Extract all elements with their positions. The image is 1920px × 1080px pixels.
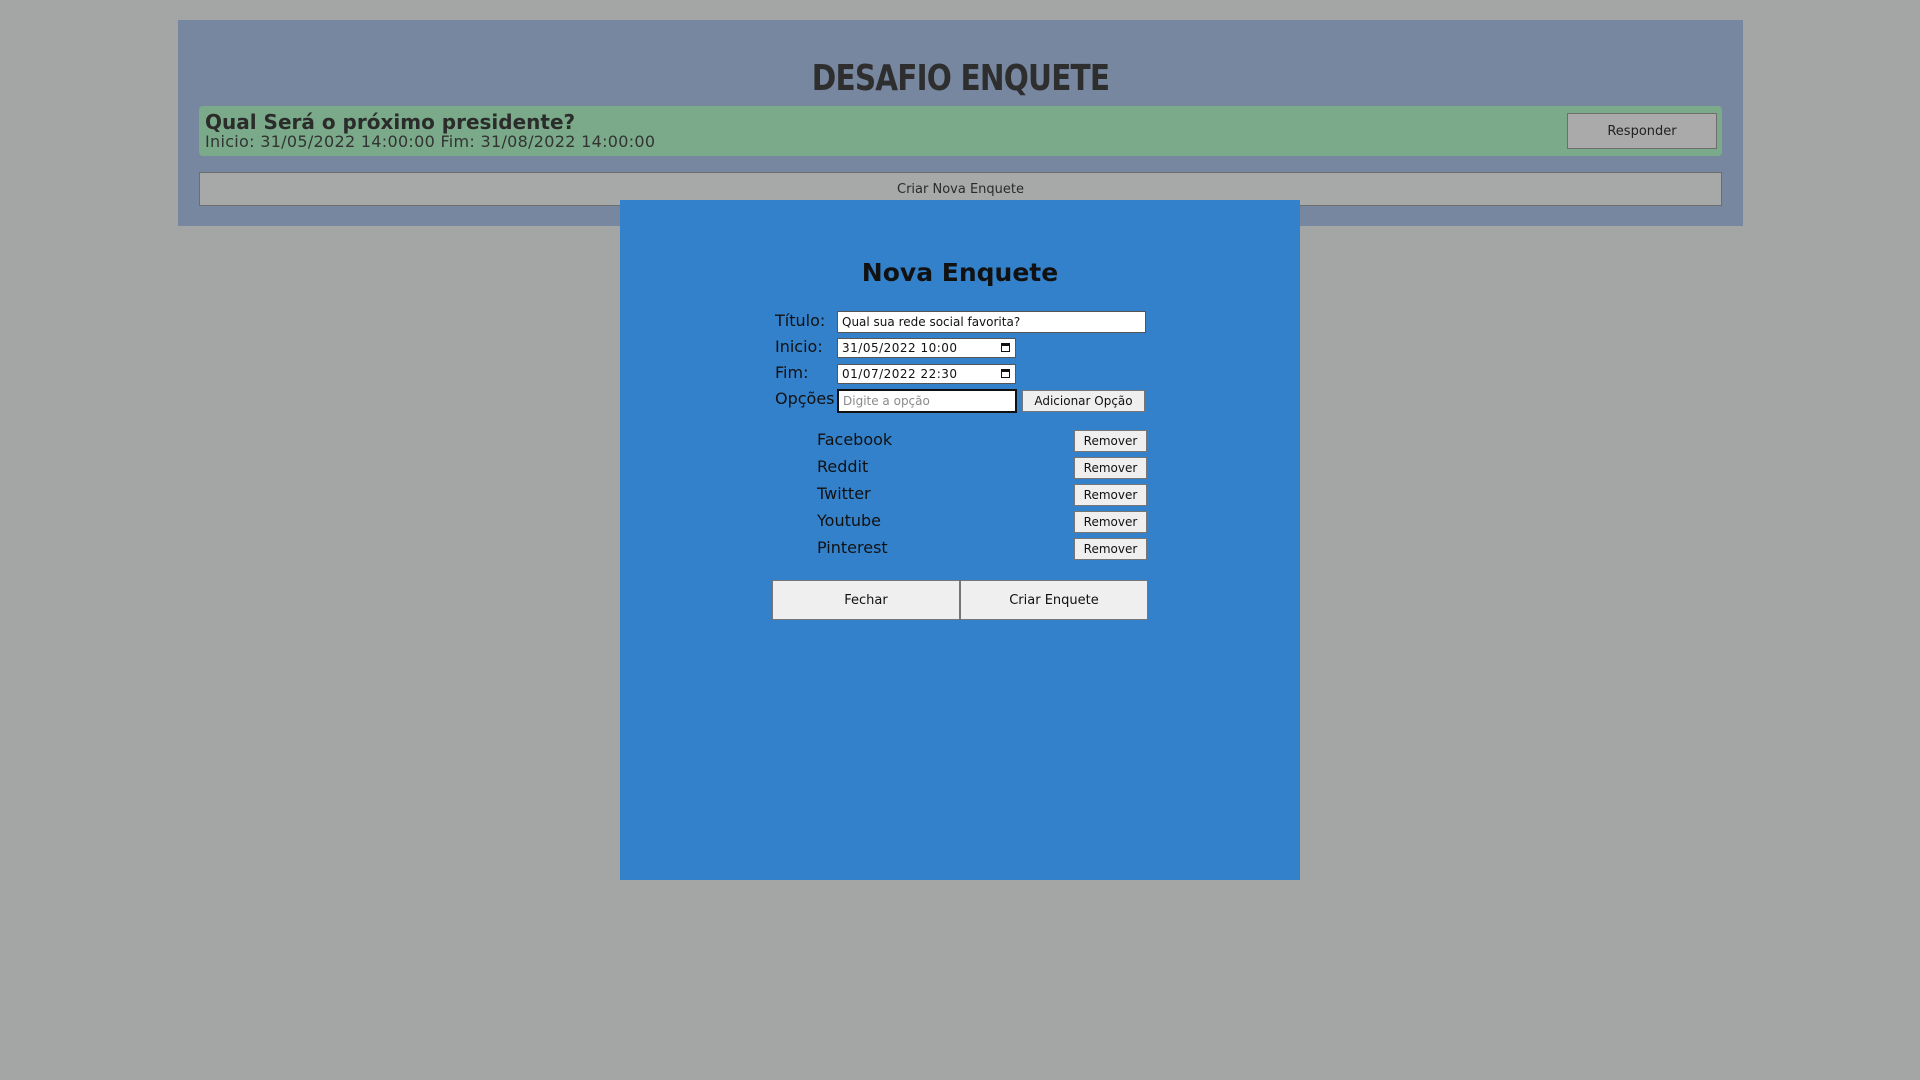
remove-option-button[interactable]: Remover	[1074, 538, 1147, 560]
remove-option-button[interactable]: Remover	[1074, 430, 1147, 452]
close-button[interactable]: Fechar	[772, 580, 960, 620]
start-date-value: 31/05/2022 10:00	[842, 341, 958, 355]
respond-button[interactable]: Responder	[1567, 113, 1717, 149]
calendar-icon[interactable]	[1001, 343, 1010, 352]
title-label: Título:	[775, 311, 826, 330]
remove-option-button[interactable]: Remover	[1074, 511, 1147, 533]
options-label: Opções	[775, 389, 835, 408]
list-item: Reddit Remover	[817, 456, 1147, 483]
title-input[interactable]	[837, 311, 1146, 333]
end-date-input[interactable]: 01/07/2022 22:30	[837, 364, 1016, 384]
start-label: Inicio:	[775, 337, 823, 356]
calendar-icon[interactable]	[1001, 369, 1010, 378]
poll-dates: Inicio: 31/05/2022 14:00:00 Fim: 31/08/2…	[205, 132, 656, 151]
remove-option-button[interactable]: Remover	[1074, 484, 1147, 506]
start-date-input[interactable]: 31/05/2022 10:00	[837, 338, 1016, 358]
add-option-button[interactable]: Adicionar Opção	[1022, 390, 1145, 412]
list-item: Twitter Remover	[817, 483, 1147, 510]
list-item: Pinterest Remover	[817, 537, 1147, 564]
end-label: Fim:	[775, 363, 809, 382]
option-input[interactable]	[837, 389, 1017, 413]
end-date-value: 01/07/2022 22:30	[842, 367, 958, 381]
option-label: Youtube	[817, 511, 881, 530]
list-item: Facebook Remover	[817, 429, 1147, 456]
create-poll-button[interactable]: Criar Enquete	[960, 580, 1148, 620]
page: DESAFIO ENQUETE Qual Será o próximo pres…	[0, 0, 1920, 1080]
poll-card: Qual Será o próximo presidente? Inicio: …	[199, 106, 1722, 156]
app-panel: DESAFIO ENQUETE Qual Será o próximo pres…	[178, 20, 1743, 226]
modal-title: Nova Enquete	[861, 258, 1059, 287]
option-label: Facebook	[817, 430, 893, 449]
app-title: DESAFIO ENQUETE	[811, 58, 1110, 99]
option-label: Pinterest	[817, 538, 888, 557]
option-label: Reddit	[817, 457, 869, 476]
new-poll-modal: Nova Enquete Título: Inicio: 31/05/2022 …	[620, 200, 1300, 880]
list-item: Youtube Remover	[817, 510, 1147, 537]
remove-option-button[interactable]: Remover	[1074, 457, 1147, 479]
poll-question: Qual Será o próximo presidente?	[205, 110, 576, 134]
option-list: Facebook Remover Reddit Remover Twitter …	[817, 429, 1147, 564]
option-label: Twitter	[817, 484, 871, 503]
